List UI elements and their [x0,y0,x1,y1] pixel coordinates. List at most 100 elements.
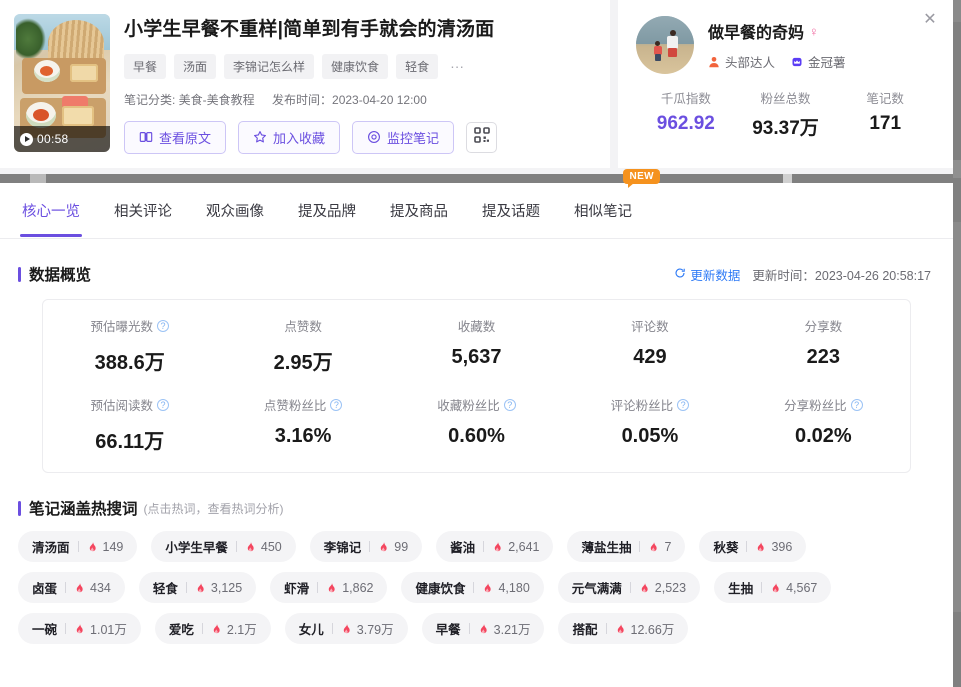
horizontal-scrollbar[interactable] [0,174,953,183]
note-publish-time: 发布时间：2023-04-20 12:00 [272,92,427,107]
hotword-label: 酱油 [450,541,476,555]
note-thumbnail[interactable]: 00:58 [14,14,110,152]
thumbnail-sandwich-lower [62,106,94,126]
help-icon[interactable]: ? [156,398,169,411]
stat-comment-fan-ratio: 评论粉丝比 ? 0.05% [563,395,736,454]
avatar-sea [636,16,694,44]
hotword-chip[interactable]: 轻食 3,125 [138,572,257,603]
close-icon[interactable]: ✕ [921,10,939,28]
hotword-chip[interactable]: 秋葵 396 [699,531,807,562]
author-badge-top-creator: 头部达人 [708,52,775,71]
header-region: 00:58 小学生早餐不重样|简单到有手就会的清汤面 早餐 汤面 李锦记怎么样 … [0,0,953,174]
author-name-row[interactable]: 做早餐的奇妈 ♀ [708,19,846,43]
author-info: 做早餐的奇妈 ♀ 头部达人 金冠薯 [708,19,846,71]
hotword-chip[interactable]: 小学生早餐 450 [151,531,296,562]
author-stat-label: 粉丝总数 [760,92,811,106]
add-favorite-button[interactable]: 加入收藏 [238,120,341,154]
overview-stat-row: 预估阅读数 ? 66.11万 点赞粉丝比 ? 3.16% 收藏粉丝比 ? 0.6… [43,395,910,454]
hotword-label: 女儿 [298,623,324,637]
add-favorite-label: 加入收藏 [273,130,326,146]
overview-section-header: 数据概览 更新数据 更新时间：2023-04-26 20:58:17 [0,239,953,285]
note-tag[interactable]: 早餐 [124,53,167,79]
fire-icon [482,582,493,594]
hotword-chip[interactable]: 爱吃 2.1万 [154,613,271,644]
hotword-chip[interactable]: 早餐 3.21万 [421,613,545,644]
scrollbar-thumb-right[interactable] [783,174,792,183]
note-tag-more-icon[interactable]: ··· [446,56,468,76]
tab-audience-profile[interactable]: 观众画像 [204,185,266,237]
overview-title: 数据概览 [18,263,91,285]
hotword-chip[interactable]: 元气满满 2,523 [557,572,701,603]
note-tag[interactable]: 轻食 [396,53,439,79]
refresh-data-button[interactable]: 更新数据 [674,265,740,284]
page-root: 00:58 小学生早餐不重样|简单到有手就会的清汤面 早餐 汤面 李锦记怎么样 … [0,0,961,687]
hotword-count: 434 [90,580,111,595]
hotword-chip[interactable]: 清汤面 149 [18,531,138,562]
hotword-divider [483,541,485,552]
scrollbar-segment-top [953,0,961,22]
help-icon[interactable]: ? [850,398,863,411]
note-tag[interactable]: 健康饮食 [322,53,389,79]
stat-label-wrap: 预估阅读数 ? [90,395,169,414]
hotword-chip[interactable]: 薄盐生抽 7 [567,531,686,562]
scrollbar-thumb-left[interactable] [30,174,46,183]
hotword-chip[interactable]: 一碗 1.01万 [18,613,141,644]
avatar[interactable] [636,16,694,74]
note-tag-list: 早餐 汤面 李锦记怎么样 健康饮食 轻食 ··· [124,53,497,79]
note-tag[interactable]: 李锦记怎么样 [224,53,315,79]
help-icon[interactable]: ? [677,398,690,411]
help-icon[interactable]: ? [156,319,169,332]
hotword-chip[interactable]: 李锦记 99 [309,531,423,562]
stat-value: 0.02% [794,425,852,447]
hotword-chip[interactable]: 健康饮食 4,180 [401,572,544,603]
hotword-chip[interactable]: 生抽 4,567 [714,572,832,603]
hotword-list: 清汤面 149 小学生早餐 450 李锦记 99 酱油 2,641 薄盐生抽 7 秋葵 396 卤蛋 43… [0,519,920,644]
help-icon[interactable]: ? [503,398,516,411]
hotword-count: 149 [102,539,124,554]
qr-code-icon [473,126,490,148]
hotword-label: 元气满满 [571,582,622,596]
hotword-chip[interactable]: 酱油 2,641 [436,531,554,562]
hotword-label: 生抽 [728,582,754,596]
fire-icon [639,582,650,594]
hotword-chip[interactable]: 卤蛋 434 [18,572,125,603]
author-badge-label: 金冠薯 [808,56,846,70]
hotword-divider [65,623,67,634]
tab-label: 核心一览 [22,203,80,220]
hotword-label: 轻食 [152,582,178,596]
play-icon [20,132,33,146]
hotword-count: 12.66万 [630,623,675,637]
tab-similar-notes[interactable]: 相似笔记 NEW [572,168,660,237]
hotword-chip[interactable]: 虾滑 1,862 [270,572,388,603]
monitor-note-button[interactable]: 监控笔记 [352,120,455,154]
content-region: 数据概览 更新数据 更新时间：2023-04-26 20:58:17 预估曝光数… [0,239,953,687]
hotword-chip[interactable]: 搭配 12.66万 [558,613,689,644]
page-scrollbar-vertical[interactable] [953,0,961,687]
tab-mentioned-products[interactable]: 提及商品 [388,185,450,237]
stat-value: 388.6万 [94,352,165,374]
author-badge-label: 头部达人 [725,56,776,70]
hotword-divider [473,582,475,593]
tab-mentioned-topics[interactable]: 提及话题 [480,185,542,237]
note-category: 笔记分类: 美食-美食教程 [124,92,255,107]
note-tag[interactable]: 汤面 [174,53,217,79]
help-icon[interactable]: ? [330,398,343,411]
tab-label: 相关评论 [114,203,172,220]
view-source-button[interactable]: 查看原文 [124,120,227,154]
tab-mentioned-brands[interactable]: 提及品牌 [296,185,358,237]
author-stat-value: 171 [869,113,902,134]
stat-label-wrap: 预估曝光数 ? [90,316,169,335]
hotword-count: 4,567 [786,580,818,595]
hotwords-subtitle: (点击热词，查看热词分析) [143,501,284,516]
avatar-child-figure [654,41,662,63]
tab-related-comments[interactable]: 相关评论 [112,185,174,237]
refresh-data-label: 更新数据 [690,268,741,283]
tab-core-overview[interactable]: 核心一览 [20,185,82,237]
author-card: ✕ 做早餐的奇妈 ♀ 头部达人 金冠薯 千瓜指数 962.92 粉丝总数 93.… [618,0,953,168]
hotword-chip[interactable]: 女儿 3.79万 [284,613,408,644]
note-summary-card: 00:58 小学生早餐不重样|简单到有手就会的清汤面 早餐 汤面 李锦记怎么样 … [0,0,610,168]
stat-shares: 分享数 223 [737,316,910,375]
stat-label: 预估曝光数 [90,320,153,334]
qr-code-button[interactable] [466,121,498,153]
video-duration-text: 00:58 [37,132,69,146]
